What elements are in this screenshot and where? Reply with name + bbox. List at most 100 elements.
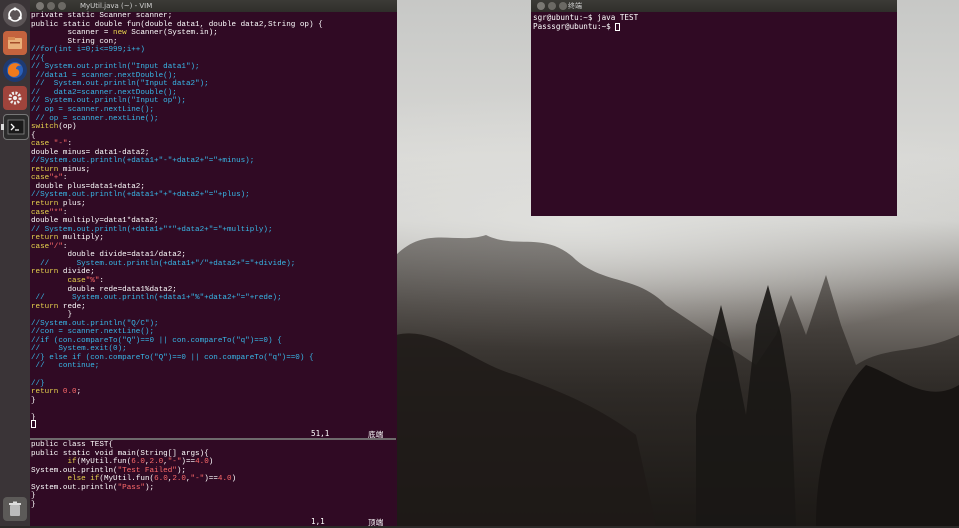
- vim-split-divider[interactable]: [30, 438, 396, 440]
- code-token: //System.out.println(+data1+"+"+data2+"=…: [31, 191, 250, 200]
- code-token: //System.out.println(+data1+"-"+data2+"=…: [31, 157, 255, 166]
- unity-launcher: [0, 0, 31, 526]
- code-token: // System.out.println(+data1+"/"+data2+"…: [31, 259, 296, 268]
- code-line: double plus=data1+data2;: [31, 183, 323, 192]
- code-token: System.out.println(: [31, 483, 118, 492]
- code-token: case: [67, 276, 86, 285]
- code-token: )==: [204, 475, 218, 484]
- terminal-line: Passsgr@ubuntu:~$: [533, 22, 621, 31]
- firefox-icon[interactable]: [3, 58, 27, 82]
- code-token: divide;: [58, 268, 95, 277]
- code-token: 2.0: [149, 458, 164, 467]
- code-token: :: [67, 140, 73, 149]
- code-line: switch(op): [31, 123, 323, 132]
- code-token: return: [31, 234, 59, 243]
- code-line: double minus= data1-data2;: [31, 149, 323, 158]
- code-token: Scanner(System.in);: [126, 29, 218, 38]
- code-token: 2.0: [172, 475, 186, 484]
- code-line: //for(int i=0;i<=999;i++): [31, 46, 323, 55]
- code-line: public static double fun(double data1, d…: [31, 21, 323, 30]
- code-token: switch: [31, 123, 59, 132]
- code-token: System.out.println(: [31, 466, 118, 475]
- code-token: multiply;: [58, 234, 104, 243]
- code-token: //if (con.compareTo("Q")==0 || con.compa…: [31, 336, 282, 345]
- code-token: //con = scanner.nextLine();: [31, 328, 155, 337]
- code-token: "-": [53, 140, 68, 149]
- code-token: scanner =: [31, 29, 114, 38]
- code-line: //System.out.println(+data1+"+"+data2+"=…: [31, 191, 323, 200]
- code-token: (MyUtil.fun(: [99, 475, 155, 484]
- code-line: // System.out.println(+data1+"%"+data2+"…: [31, 294, 323, 303]
- code-token: return: [31, 388, 59, 397]
- vim-bottom-position: 1,1: [311, 517, 325, 526]
- code-token: ): [208, 458, 214, 467]
- code-token: return: [31, 165, 59, 174]
- minimize-icon[interactable]: [47, 2, 55, 10]
- code-token: :: [62, 242, 68, 251]
- code-token: ): [231, 475, 237, 484]
- vim-top-editor[interactable]: private static Scanner scanner; public st…: [31, 12, 323, 422]
- code-line: case "-":: [31, 140, 323, 149]
- code-line: case"/":: [31, 243, 323, 252]
- code-token: // System.out.println(+data1+"%"+data2+"…: [31, 294, 282, 303]
- dash-home-icon[interactable]: [3, 3, 27, 27]
- vim-bottom-scroll: 顶端: [368, 518, 384, 527]
- code-token: "*": [49, 208, 63, 217]
- code-token: double rede=data1%data2;: [31, 285, 177, 294]
- code-token: )==: [181, 458, 196, 467]
- code-token: double minus= data1-data2;: [31, 148, 150, 157]
- code-token: double divide=data1/data2;: [31, 251, 186, 260]
- code-token: // System.out.println(+data1+"*"+data2+"…: [31, 225, 273, 234]
- terminal-line: sgr@ubuntu:~$ java TEST: [533, 13, 639, 22]
- code-line: //System.out.println(+data1+"-"+data2+"=…: [31, 157, 323, 166]
- code-token: private static Scanner scanner;: [31, 12, 173, 20]
- code-token: 4.0: [217, 475, 232, 484]
- code-line: else if(MyUtil.fun(6.0,2.0,"-")==4.0): [31, 475, 236, 484]
- code-token: );: [176, 466, 186, 475]
- code-line: return plus;: [31, 200, 323, 209]
- code-line: case"*":: [31, 209, 323, 218]
- code-token: (MyUtil.fun(: [76, 458, 132, 467]
- code-line: return rede;: [31, 303, 323, 312]
- code-token: case: [31, 242, 50, 251]
- vim-bottom-editor[interactable]: public class TEST{public static void mai…: [31, 441, 236, 509]
- close-icon[interactable]: [36, 2, 44, 10]
- code-line: //if (con.compareTo("Q")==0 || con.compa…: [31, 337, 323, 346]
- code-token: 6.0: [154, 475, 168, 484]
- vim-titlebar[interactable]: MyUtil.java (~) - VIM: [30, 0, 397, 12]
- code-line: }: [31, 397, 323, 406]
- code-token: // continue;: [31, 362, 100, 371]
- close-icon[interactable]: [537, 2, 545, 10]
- code-token: );: [144, 483, 155, 492]
- forest-trees-wallpaper: [396, 235, 959, 526]
- terminal-icon[interactable]: [1, 114, 29, 140]
- code-line: if(MyUtil.fun(6.0,2.0,"-")==4.0): [31, 458, 236, 467]
- code-line: }: [31, 492, 236, 501]
- terminal-titlebar[interactable]: 终端: [531, 0, 897, 12]
- trash-icon[interactable]: [3, 497, 27, 521]
- code-line: public static void main(String[] args){: [31, 450, 236, 459]
- code-token: double multiply=data1*data2;: [31, 217, 159, 226]
- code-token: //System.out.println("Q/C");: [31, 319, 159, 328]
- code-line: return multiply;: [31, 234, 323, 243]
- code-token: //data1 = scanner.nextDouble();: [31, 71, 177, 80]
- vim-cursor: [31, 420, 36, 428]
- code-line: ​: [31, 371, 323, 380]
- terminal-window[interactable]: 终端 sgr@ubuntu:~$ java TEST Passsgr@ubunt…: [531, 0, 897, 216]
- system-settings-icon[interactable]: [3, 86, 27, 110]
- code-token: }: [31, 396, 36, 405]
- code-token: 6.0: [131, 458, 145, 467]
- code-line: //{: [31, 55, 323, 64]
- code-line: // System.out.println("Input data2");: [31, 80, 323, 89]
- files-icon[interactable]: [3, 31, 27, 55]
- code-token: :: [99, 276, 104, 285]
- maximize-icon[interactable]: [58, 2, 66, 10]
- minimize-icon[interactable]: [548, 2, 556, 10]
- code-token: "Test Failed": [117, 466, 177, 475]
- maximize-icon[interactable]: [559, 2, 567, 10]
- code-line: // System.out.println(+data1+"*"+data2+"…: [31, 226, 323, 235]
- code-line: double multiply=data1*data2;: [31, 217, 323, 226]
- code-token: ;: [76, 388, 82, 397]
